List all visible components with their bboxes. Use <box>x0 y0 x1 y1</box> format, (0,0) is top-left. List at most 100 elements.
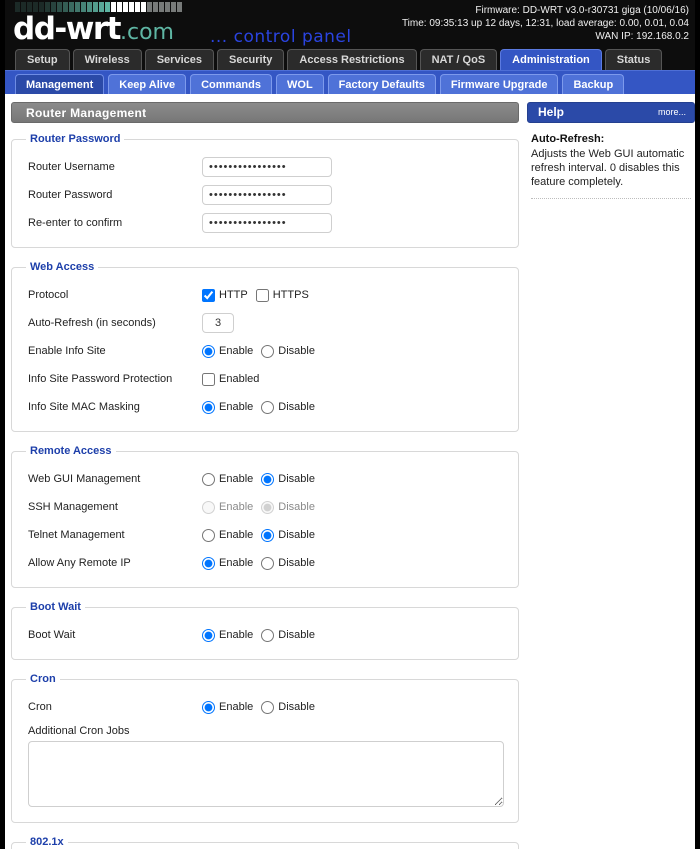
webgui-disable-radio[interactable] <box>261 472 275 486</box>
telnet-disable-radio[interactable] <box>261 528 275 542</box>
radio-ssh-enable[interactable]: Enable <box>202 500 254 514</box>
main-tab-services[interactable]: Services <box>144 49 214 70</box>
section-legend-router-password: Router Password <box>30 133 121 145</box>
radio-info-site-enable[interactable]: Enable <box>202 344 253 358</box>
checkbox-https[interactable]: HTTPS <box>255 288 309 302</box>
checkbox-info-site-password[interactable]: Enabled <box>202 372 259 386</box>
mac-mask-enable-label: Enable <box>219 401 254 413</box>
label-auto-refresh: Auto-Refresh (in seconds) <box>28 317 156 329</box>
row-router-password: Router Password <box>22 181 508 209</box>
label-cron: Cron <box>28 701 52 713</box>
radio-cron-enable[interactable]: Enable <box>202 700 254 714</box>
main-tab-bar: Setup Wireless Services Security Access Rest… <box>5 48 695 70</box>
sub-tab-commands[interactable]: Commands <box>190 74 272 94</box>
radio-anyip-enable[interactable]: Enable <box>202 556 254 570</box>
ssh-enable-label: Enable <box>219 501 254 513</box>
info-site-disable-label: Disable <box>278 345 315 357</box>
section-router-password: Router Password Router Username Router P… <box>11 133 519 248</box>
label-additional-cron-jobs: Additional Cron Jobs <box>28 725 130 737</box>
https-checkbox[interactable] <box>255 288 269 302</box>
info-site-password-checkbox[interactable] <box>202 372 215 386</box>
router-username-input[interactable] <box>202 157 332 177</box>
telnet-enable-radio[interactable] <box>202 528 215 542</box>
radio-mac-mask-disable[interactable]: Disable <box>261 400 315 414</box>
ssh-disable-radio[interactable] <box>261 500 275 514</box>
mac-mask-enable-radio[interactable] <box>202 400 215 414</box>
telnet-disable-label: Disable <box>278 529 315 541</box>
webgui-enable-radio[interactable] <box>202 472 215 486</box>
info-site-disable-radio[interactable] <box>261 344 275 358</box>
logo-tick <box>177 2 182 12</box>
main-tab-administration[interactable]: Administration <box>500 49 602 70</box>
label-reenter-confirm: Re-enter to confirm <box>28 217 123 229</box>
radio-telnet-disable[interactable]: Disable <box>261 528 315 542</box>
checkbox-http[interactable]: HTTP <box>202 288 248 302</box>
label-telnet-management: Telnet Management <box>28 529 125 541</box>
radio-webgui-enable[interactable]: Enable <box>202 472 254 486</box>
sub-tab-backup[interactable]: Backup <box>562 74 625 94</box>
radio-anyip-disable[interactable]: Disable <box>261 556 315 570</box>
confirm-password-input[interactable] <box>202 213 332 233</box>
radio-info-site-disable[interactable]: Disable <box>261 344 315 358</box>
sub-tab-wol[interactable]: WOL <box>276 74 324 94</box>
main-tab-access-restrictions[interactable]: Access Restrictions <box>287 49 417 70</box>
main-tab-status[interactable]: Status <box>604 49 663 70</box>
main-tab-setup[interactable]: Setup <box>15 49 70 70</box>
sub-tab-management[interactable]: Management <box>15 74 105 94</box>
row-telnet-management: Telnet Management Enable Disable <box>22 521 508 549</box>
auto-refresh-input[interactable] <box>202 313 234 333</box>
additional-cron-jobs-textarea[interactable] <box>28 741 504 807</box>
logo-tick <box>153 2 158 12</box>
webgui-enable-label: Enable <box>219 473 254 485</box>
section-dot1x: 802.1x 802.1x Enable Disable <box>11 836 519 849</box>
page-title: Router Management <box>11 102 519 123</box>
label-web-gui-management: Web GUI Management <box>28 473 141 485</box>
anyip-enable-radio[interactable] <box>202 556 215 570</box>
row-reenter-confirm: Re-enter to confirm <box>22 209 508 237</box>
label-router-username: Router Username <box>28 161 115 173</box>
page-body: Router Management Router Password Router… <box>5 94 695 849</box>
main-tab-nat-qos[interactable]: NAT / QoS <box>419 49 498 70</box>
anyip-enable-label: Enable <box>219 557 254 569</box>
label-info-site-mac-masking: Info Site MAC Masking <box>28 401 140 413</box>
radio-bootwait-enable[interactable]: Enable <box>202 628 253 642</box>
http-label: HTTP <box>219 289 248 301</box>
help-more-link[interactable]: more... <box>658 102 686 123</box>
sub-tab-factory-defaults[interactable]: Factory Defaults <box>327 74 436 94</box>
radio-cron-disable[interactable]: Disable <box>261 700 315 714</box>
section-legend-remote-access: Remote Access <box>30 445 112 457</box>
dd-wrt-control-panel: dd-wrt.com ... control panel Firmware: D… <box>0 0 700 849</box>
radio-mac-mask-enable[interactable]: Enable <box>202 400 254 414</box>
section-legend-web-access: Web Access <box>30 261 95 273</box>
bootwait-enable-radio[interactable] <box>202 628 215 642</box>
router-password-input[interactable] <box>202 185 332 205</box>
logo-tick <box>159 2 164 12</box>
radio-webgui-disable[interactable]: Disable <box>261 472 315 486</box>
bootwait-disable-radio[interactable] <box>261 628 275 642</box>
ssh-disable-label: Disable <box>278 501 315 513</box>
dd-wrt-logo: dd-wrt.com <box>13 2 182 48</box>
sub-tab-keep-alive[interactable]: Keep Alive <box>108 74 187 94</box>
info-site-enable-radio[interactable] <box>202 344 215 358</box>
row-ssh-management: SSH Management Enable Disable <box>22 493 508 521</box>
sub-tab-bar: Management Keep Alive Commands WOL Factory D… <box>5 70 695 94</box>
mac-mask-disable-radio[interactable] <box>261 400 275 414</box>
cron-enable-radio[interactable] <box>202 700 215 714</box>
page-header: dd-wrt.com ... control panel Firmware: D… <box>5 0 695 48</box>
http-checkbox[interactable] <box>202 288 215 302</box>
row-web-gui-management: Web GUI Management Enable Disable <box>22 465 508 493</box>
radio-bootwait-disable[interactable]: Disable <box>261 628 315 642</box>
wan-ip: WAN IP: 192.168.0.2 <box>595 31 689 42</box>
radio-telnet-enable[interactable]: Enable <box>202 528 253 542</box>
row-cron: Cron Enable Disable <box>22 693 508 721</box>
main-tab-security[interactable]: Security <box>216 49 285 70</box>
row-allow-any-remote-ip: Allow Any Remote IP Enable Disable <box>22 549 508 577</box>
anyip-disable-radio[interactable] <box>261 556 275 570</box>
sub-tab-firmware-upgrade[interactable]: Firmware Upgrade <box>439 74 559 94</box>
cron-disable-radio[interactable] <box>261 700 275 714</box>
cron-enable-label: Enable <box>219 701 254 713</box>
main-tab-wireless[interactable]: Wireless <box>72 49 142 70</box>
radio-ssh-disable[interactable]: Disable <box>261 500 315 514</box>
ssh-enable-radio[interactable] <box>202 500 215 514</box>
label-info-site-password-protection: Info Site Password Protection <box>28 373 173 385</box>
